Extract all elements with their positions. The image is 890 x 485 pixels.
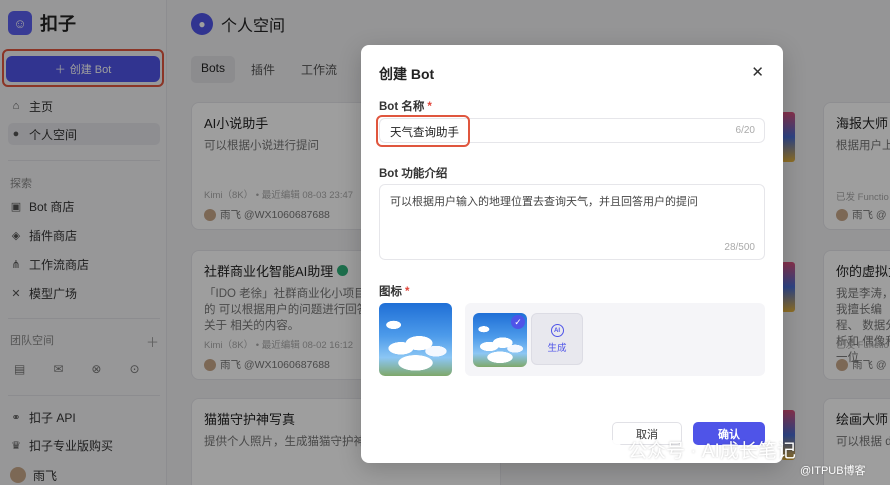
- ai-icon: AI: [550, 324, 564, 337]
- bot-name-label: Bot 名称 *: [379, 98, 432, 114]
- required-mark: *: [405, 286, 410, 298]
- bot-name-highlight: [376, 115, 470, 147]
- watermark-text: 公众号 · AI成长笔记: [628, 441, 796, 462]
- icon-label: 图标 *: [379, 283, 409, 299]
- close-icon[interactable]: ✕: [751, 63, 764, 81]
- selected-icon-preview: [379, 303, 452, 376]
- check-icon: ✓: [511, 315, 525, 329]
- bot-description-counter: 28/500: [724, 242, 755, 253]
- create-bot-dialog: 创建 Bot ✕ Bot 名称 * 天气查询助手 6/20 Bot 功能介绍 可以…: [361, 45, 783, 463]
- bot-name-counter: 6/20: [735, 125, 755, 136]
- bot-desc-label: Bot 功能介绍: [379, 168, 448, 180]
- bot-description-value: 可以根据用户输入的地理位置去查询天气，并且回答用户的提问: [390, 196, 698, 208]
- icon-picker-panel: ✓ AI 生成: [465, 303, 765, 376]
- dialog-title: 创建 Bot: [379, 66, 435, 82]
- icon-label-text: 图标: [379, 286, 402, 298]
- generate-label: 生成: [547, 343, 567, 354]
- generate-icon-button[interactable]: AI 生成: [531, 313, 583, 365]
- bot-description-textarea[interactable]: 可以根据用户输入的地理位置去查询天气，并且回答用户的提问 28/500: [379, 184, 765, 260]
- required-mark: *: [427, 101, 432, 113]
- bot-name-label-text: Bot 名称: [379, 101, 425, 113]
- site-watermark: @ITPUB博客: [800, 465, 866, 477]
- icon-option-selected[interactable]: ✓: [473, 313, 527, 367]
- watermark: 公众号 · AI成长笔记: [596, 436, 796, 463]
- sky-image: [379, 303, 452, 376]
- wechat-icon: [596, 439, 622, 460]
